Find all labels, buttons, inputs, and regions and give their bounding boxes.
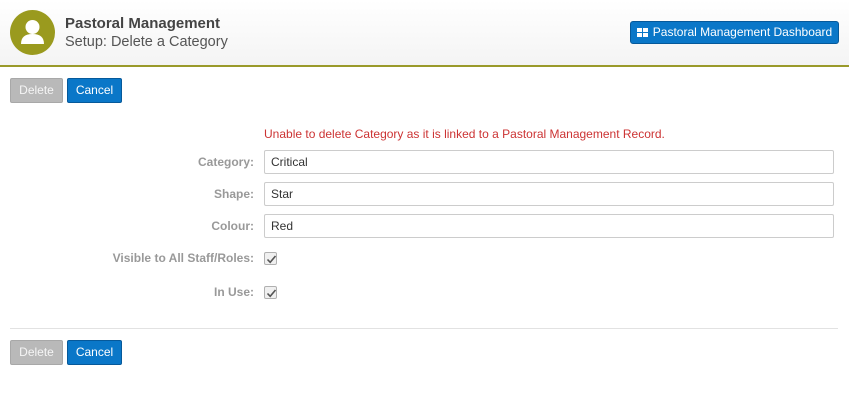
visible-to-all-checkbox[interactable]	[264, 252, 277, 265]
app-title: Pastoral Management	[65, 15, 221, 32]
delete-button-bottom[interactable]: Delete	[10, 340, 63, 365]
in-use-checkbox[interactable]	[264, 286, 277, 299]
error-message: Unable to delete Category as it is linke…	[264, 127, 665, 141]
page-subtitle: Setup: Delete a Category	[65, 34, 228, 50]
shape-field[interactable]: Star	[264, 182, 834, 206]
grid-icon	[636, 28, 648, 37]
dashboard-button-label: Pastoral Management Dashboard	[652, 25, 833, 39]
visible-to-all-label: Visible to All Staff/Roles:	[112, 251, 254, 265]
category-label: Category:	[197, 155, 254, 169]
shape-label: Shape:	[213, 187, 254, 201]
user-icon	[21, 20, 44, 44]
colour-field[interactable]: Red	[264, 214, 834, 238]
checkmark-icon	[266, 289, 277, 298]
cancel-button-bottom[interactable]: Cancel	[67, 340, 122, 365]
checkmark-icon	[266, 255, 277, 264]
page-header: Pastoral Management Setup: Delete a Cate…	[0, 0, 849, 67]
colour-label: Colour:	[211, 219, 254, 233]
dashboard-button[interactable]: Pastoral Management Dashboard	[630, 21, 839, 44]
delete-button-top[interactable]: Delete	[10, 78, 63, 103]
cancel-button-top[interactable]: Cancel	[67, 78, 122, 103]
divider	[10, 328, 838, 329]
in-use-label: In Use:	[213, 285, 254, 299]
user-avatar	[10, 10, 55, 55]
category-field[interactable]: Critical	[264, 150, 834, 174]
